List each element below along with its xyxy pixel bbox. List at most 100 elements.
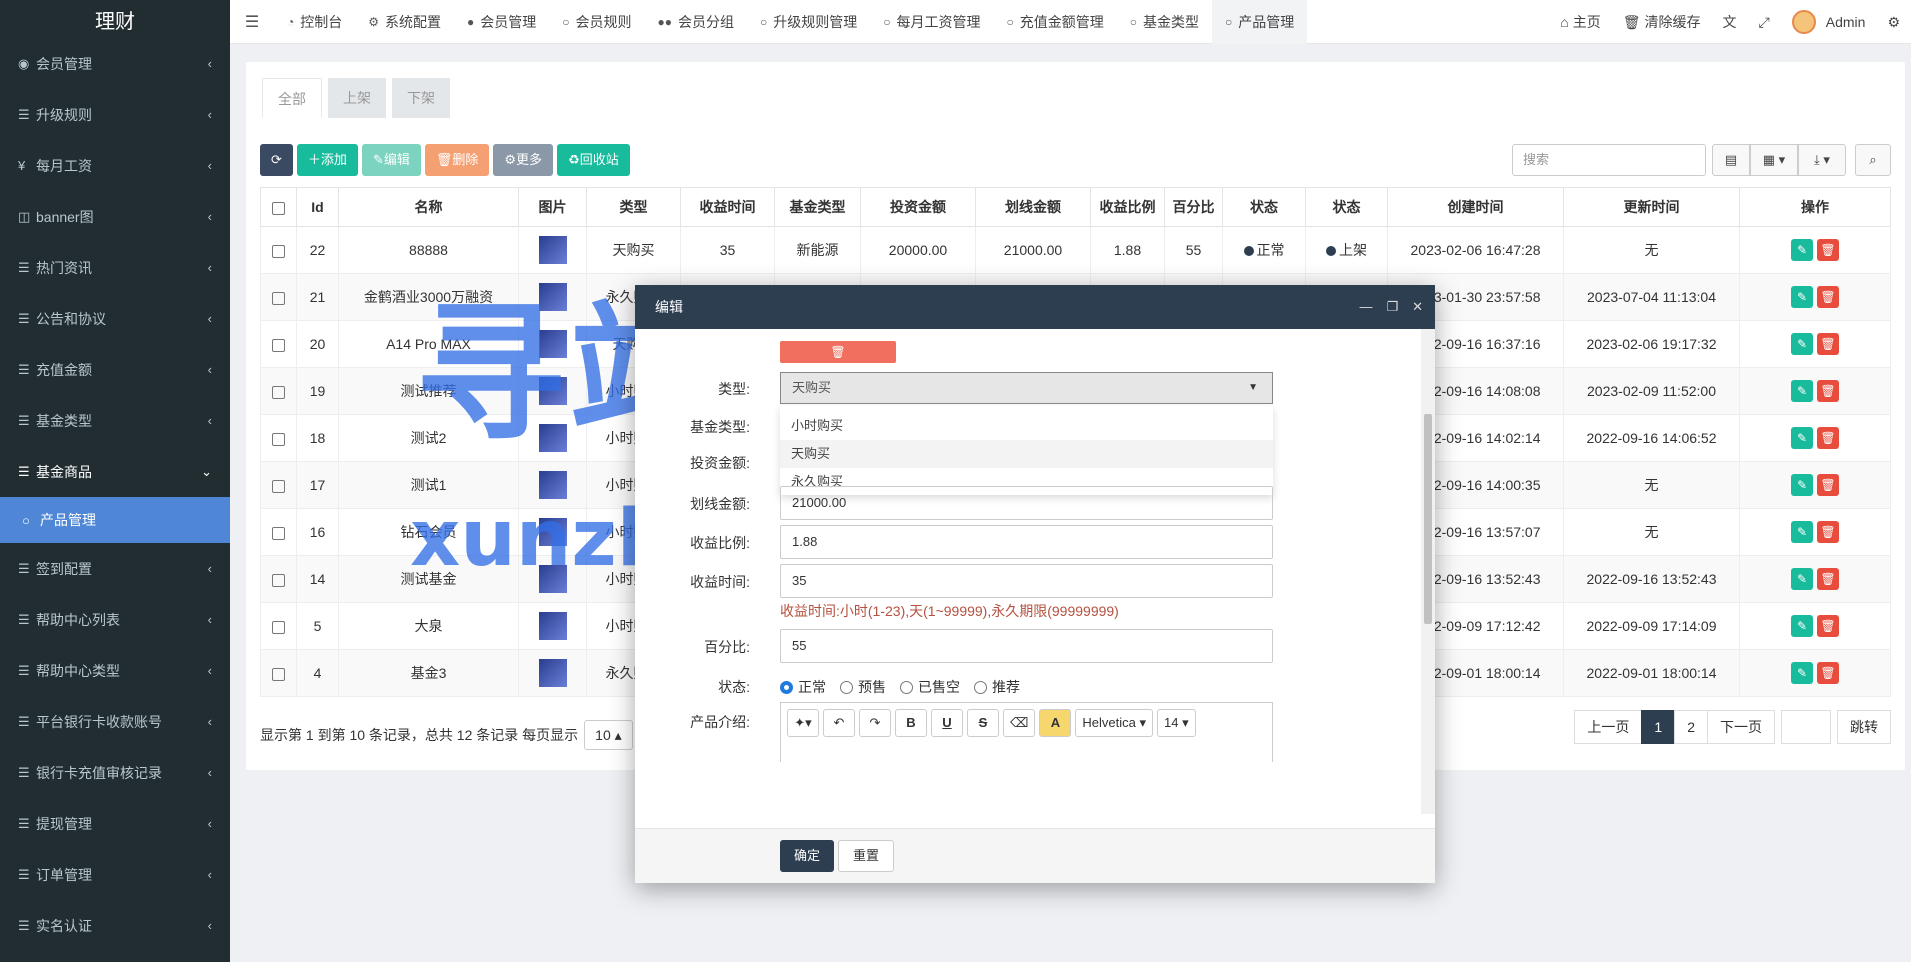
- refresh-button[interactable]: ⟳: [260, 144, 293, 176]
- column-header[interactable]: 划线金额: [975, 187, 1091, 227]
- undo-icon[interactable]: ↶: [823, 709, 855, 737]
- sidebar-item-salary[interactable]: ¥ 每月工资 ‹: [0, 140, 230, 191]
- sidebar-item-upgrade-rules[interactable]: ☰ 升级规则 ‹: [0, 89, 230, 140]
- font-color-icon[interactable]: A: [1039, 709, 1072, 737]
- fullscreen-icon[interactable]: ⤢: [1748, 14, 1781, 31]
- tab-all[interactable]: 全部: [262, 78, 322, 118]
- tab-on-shelf[interactable]: 上架: [328, 78, 386, 118]
- next-page-button[interactable]: 下一页: [1707, 710, 1775, 744]
- tab-member-group[interactable]: ●● 会员分组: [645, 0, 748, 44]
- column-header[interactable]: 收益比例: [1090, 187, 1165, 227]
- columns-button[interactable]: ▦ ▾: [1750, 144, 1798, 176]
- delete-button[interactable]: 🗑删除: [424, 144, 490, 176]
- tab-dashboard[interactable]: ◔ 控制台: [274, 0, 355, 44]
- row-delete-button[interactable]: 🗑: [1817, 662, 1839, 684]
- page-jump-input[interactable]: [1781, 710, 1831, 744]
- column-header[interactable]: 名称: [338, 187, 519, 227]
- page-1-button[interactable]: 1: [1641, 710, 1676, 744]
- add-button[interactable]: ＋添加: [296, 144, 358, 176]
- column-header[interactable]: 创建时间: [1387, 187, 1564, 227]
- clear-cache-button[interactable]: 🗑 清除缓存: [1612, 12, 1712, 32]
- toggle-view-button[interactable]: ▤: [1712, 144, 1750, 176]
- row-checkbox[interactable]: [260, 461, 297, 509]
- row-edit-button[interactable]: ✎: [1791, 662, 1813, 684]
- tab-upgrade-rules[interactable]: ○ 升级规则管理: [747, 0, 870, 44]
- sidebar-item-news[interactable]: ☰ 热门资讯 ‹: [0, 242, 230, 293]
- sidebar-item-bank-account[interactable]: ☰ 平台银行卡收款账号 ‹: [0, 696, 230, 747]
- tab-system-config[interactable]: ⚙ 系统配置: [355, 0, 454, 44]
- tab-member-manage[interactable]: ● 会员管理: [454, 0, 549, 44]
- font-family-select[interactable]: Helvetica ▾: [1075, 709, 1153, 737]
- status-radio-soldout[interactable]: 已售空: [900, 677, 960, 697]
- sidebar-item-help-type[interactable]: ☰ 帮助中心类型 ‹: [0, 645, 230, 696]
- column-header[interactable]: Id: [296, 187, 339, 227]
- row-delete-button[interactable]: 🗑: [1817, 333, 1839, 355]
- sidebar-item-help-list[interactable]: ☰ 帮助中心列表 ‹: [0, 594, 230, 645]
- row-delete-button[interactable]: 🗑: [1817, 474, 1839, 496]
- row-delete-button[interactable]: 🗑: [1817, 568, 1839, 590]
- row-checkbox[interactable]: [260, 320, 297, 368]
- column-header[interactable]: 基金类型: [774, 187, 861, 227]
- dropdown-option[interactable]: 小时购买: [780, 412, 1273, 440]
- sidebar-item-fund-goods[interactable]: ☰ 基金商品 ⌄: [0, 446, 230, 497]
- bold-icon[interactable]: B: [895, 709, 927, 737]
- select-all-checkbox[interactable]: [260, 187, 297, 227]
- type-select[interactable]: 天购买 ▼: [780, 372, 1273, 404]
- sidebar-item-member[interactable]: ◉ 会员管理 ‹: [0, 38, 230, 89]
- column-header[interactable]: 投资金额: [860, 187, 976, 227]
- row-checkbox[interactable]: [260, 367, 297, 415]
- sidebar-item-bank-recharge-audit[interactable]: ☰ 银行卡充值审核记录 ‹: [0, 747, 230, 798]
- ratio-input[interactable]: 1.88: [780, 525, 1273, 559]
- translate-icon[interactable]: 文: [1712, 12, 1748, 32]
- tab-recharge[interactable]: ○ 充值金额管理: [994, 0, 1117, 44]
- line-price-input[interactable]: 21000.00: [780, 486, 1273, 520]
- tab-member-rules[interactable]: ○ 会员规则: [549, 0, 644, 44]
- column-header[interactable]: 状态: [1305, 187, 1388, 227]
- edit-button[interactable]: ✎编辑: [361, 144, 421, 176]
- row-edit-button[interactable]: ✎: [1791, 474, 1813, 496]
- sidebar-item-notice[interactable]: ☰ 公告和协议 ‹: [0, 293, 230, 344]
- delete-image-button[interactable]: 🗑: [780, 341, 896, 363]
- user-menu[interactable]: Admin: [1781, 10, 1877, 34]
- close-icon[interactable]: ✕: [1412, 299, 1423, 315]
- row-delete-button[interactable]: 🗑: [1817, 380, 1839, 402]
- search-input[interactable]: 搜索: [1512, 144, 1706, 176]
- tab-product-manage[interactable]: ○ 产品管理: [1212, 0, 1308, 44]
- row-delete-button[interactable]: 🗑: [1817, 239, 1839, 261]
- row-edit-button[interactable]: ✎: [1791, 380, 1813, 402]
- magic-wand-icon[interactable]: ✦▾: [787, 709, 819, 737]
- page-size-select[interactable]: 10 ▴: [584, 720, 633, 750]
- status-radio-recommend[interactable]: 推荐: [974, 677, 1020, 697]
- row-delete-button[interactable]: 🗑: [1817, 427, 1839, 449]
- row-edit-button[interactable]: ✎: [1791, 286, 1813, 308]
- row-checkbox[interactable]: [260, 555, 297, 603]
- sidebar-item-product-manage[interactable]: ○ 产品管理: [0, 497, 230, 543]
- menu-toggle-icon[interactable]: ☰: [230, 12, 274, 32]
- font-size-select[interactable]: 14 ▾: [1157, 709, 1196, 737]
- row-checkbox[interactable]: [260, 226, 297, 274]
- page-2-button[interactable]: 2: [1674, 710, 1708, 744]
- column-header[interactable]: 图片: [518, 187, 587, 227]
- income-time-input[interactable]: 35: [780, 564, 1273, 598]
- maximize-icon[interactable]: ❐: [1386, 299, 1398, 315]
- scrollbar-thumb[interactable]: [1424, 414, 1432, 624]
- row-checkbox[interactable]: [260, 414, 297, 462]
- status-radio-normal[interactable]: 正常: [780, 677, 826, 697]
- row-edit-button[interactable]: ✎: [1791, 521, 1813, 543]
- row-checkbox[interactable]: [260, 508, 297, 556]
- row-checkbox[interactable]: [260, 273, 297, 321]
- sidebar-item-fund-type[interactable]: ☰ 基金类型 ‹: [0, 395, 230, 446]
- sidebar-item-realname[interactable]: ☰ 实名认证 ‹: [0, 900, 230, 951]
- column-header[interactable]: 收益时间: [680, 187, 775, 227]
- search-button[interactable]: ⌕: [1855, 144, 1891, 176]
- export-button[interactable]: ⤓ ▾: [1798, 144, 1846, 176]
- sidebar-item-withdraw[interactable]: ☰ 提现管理 ‹: [0, 798, 230, 849]
- row-delete-button[interactable]: 🗑: [1817, 286, 1839, 308]
- underline-icon[interactable]: U: [931, 709, 963, 737]
- strikethrough-icon[interactable]: S: [967, 709, 999, 737]
- row-checkbox[interactable]: [260, 649, 297, 697]
- tab-salary[interactable]: ○ 每月工资管理: [870, 0, 993, 44]
- sidebar-item-checkin[interactable]: ☰ 签到配置 ‹: [0, 543, 230, 594]
- row-edit-button[interactable]: ✎: [1791, 427, 1813, 449]
- column-header[interactable]: 状态: [1222, 187, 1306, 227]
